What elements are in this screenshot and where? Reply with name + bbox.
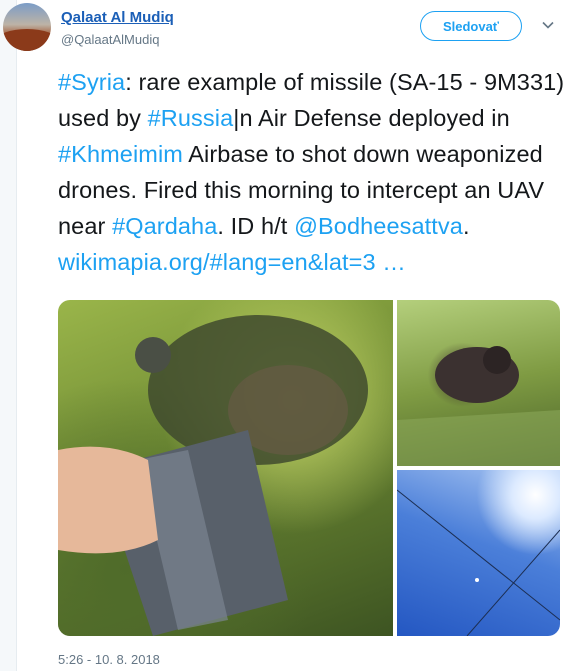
wikimapia-link[interactable]: wikimapia.org/#lang=en&lat=3 … bbox=[58, 249, 406, 275]
hashtag-khmeimim[interactable]: #Khmeimim bbox=[58, 141, 183, 167]
chevron-down-icon[interactable] bbox=[541, 18, 555, 32]
tweet-text-part: |n Air Defense deployed in bbox=[233, 105, 510, 131]
hashtag-russia[interactable]: #Russia bbox=[148, 105, 234, 131]
follow-button[interactable]: Sledovať bbox=[420, 11, 522, 41]
thread-line bbox=[0, 0, 17, 671]
photo-missile-part[interactable] bbox=[397, 300, 560, 466]
tweet-text: #Syria: rare example of missile (SA-15 -… bbox=[58, 64, 568, 280]
hashtag-qardaha[interactable]: #Qardaha bbox=[112, 213, 217, 239]
tweet-text-part: . ID h/t bbox=[217, 213, 295, 239]
avatar[interactable] bbox=[3, 3, 51, 51]
media-grid bbox=[58, 300, 560, 636]
photo-missile-trail[interactable] bbox=[397, 470, 560, 636]
hashtag-syria[interactable]: #Syria bbox=[58, 69, 125, 95]
user-name[interactable]: Qalaat Al Mudiq bbox=[61, 9, 174, 26]
mention-bodheesattva[interactable]: @Bodheesattva bbox=[294, 213, 463, 239]
tweet-timestamp[interactable]: 5:26 - 10. 8. 2018 bbox=[58, 652, 160, 667]
tweet-text-part: . bbox=[462, 213, 470, 239]
photo-missile-debris[interactable] bbox=[58, 300, 393, 636]
user-handle[interactable]: @QalaatAlMudiq bbox=[61, 32, 159, 47]
